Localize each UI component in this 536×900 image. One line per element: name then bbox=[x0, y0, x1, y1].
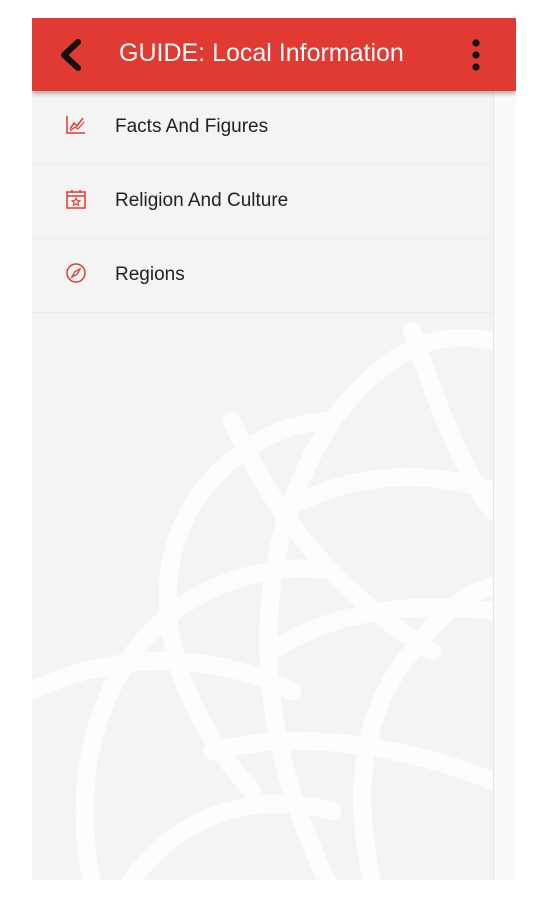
app-bar: GUIDE: Local Information bbox=[32, 18, 516, 91]
list-item-label: Regions bbox=[115, 264, 185, 285]
chevron-left-icon bbox=[61, 39, 81, 71]
content-area: Facts And Figures Religion And Culture R… bbox=[32, 91, 493, 880]
more-vert-icon bbox=[472, 39, 480, 71]
list-item-label: Religion And Culture bbox=[115, 190, 289, 211]
side-panel-edge bbox=[493, 91, 516, 880]
list-item-facts-and-figures[interactable]: Facts And Figures bbox=[32, 91, 493, 165]
back-button[interactable] bbox=[54, 36, 90, 74]
chart-icon bbox=[66, 116, 85, 134]
overflow-menu-button[interactable] bbox=[464, 36, 488, 74]
list-item-religion-and-culture[interactable]: Religion And Culture bbox=[32, 165, 493, 239]
calendar-star-icon bbox=[66, 190, 86, 209]
menu-list: Facts And Figures Religion And Culture R… bbox=[32, 91, 493, 313]
compass-icon bbox=[66, 263, 86, 283]
list-item-label: Facts And Figures bbox=[115, 116, 269, 137]
app-screen: GUIDE: Local Information Facts And Figur… bbox=[32, 18, 516, 880]
list-item-regions[interactable]: Regions bbox=[32, 239, 493, 313]
page-title: GUIDE: Local Information bbox=[119, 39, 404, 67]
